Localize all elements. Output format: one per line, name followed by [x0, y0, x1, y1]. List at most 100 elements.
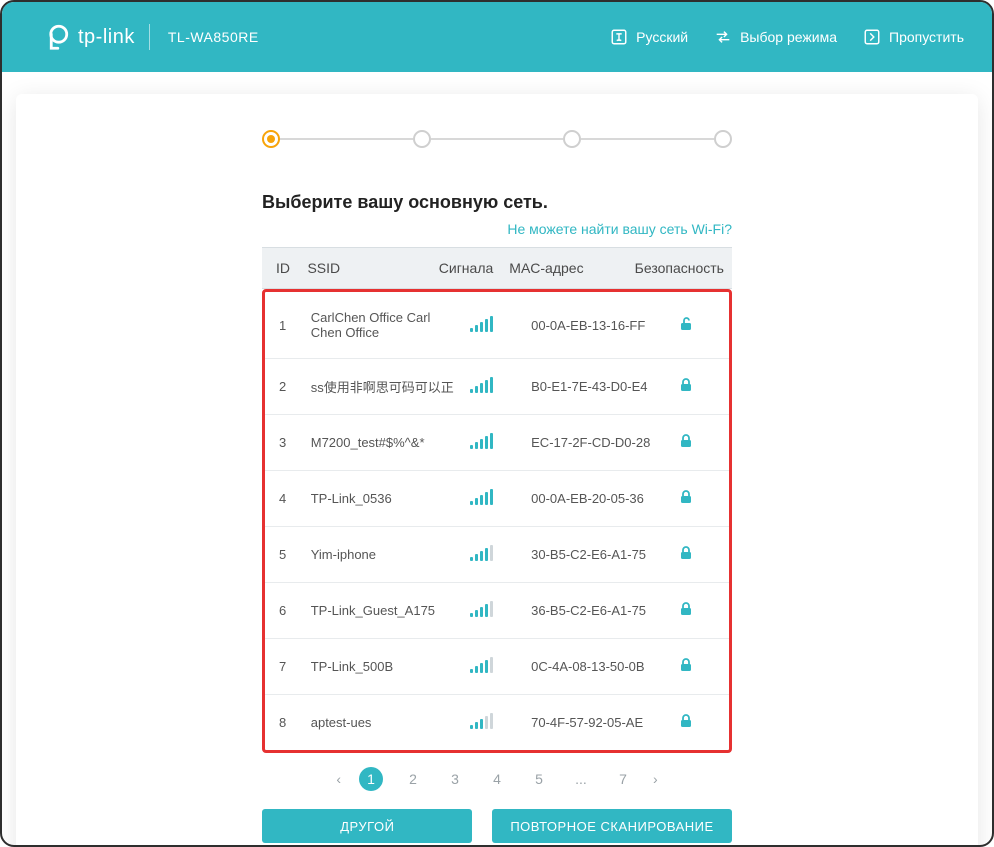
page-number[interactable]: 2 — [401, 767, 425, 791]
table-row[interactable]: 1CarlChen Office Carl Chen Office00-0A-E… — [265, 292, 729, 359]
page-ellipsis: ... — [569, 767, 593, 791]
col-security: Безопасность — [627, 248, 732, 289]
cell-security — [670, 415, 729, 471]
cell-signal — [462, 695, 523, 751]
skip-label: Пропустить — [889, 29, 964, 45]
page-number[interactable]: 3 — [443, 767, 467, 791]
page-number[interactable]: 5 — [527, 767, 551, 791]
table-row[interactable]: 8aptest-ues 70-4F-57-92-05-AE — [265, 695, 729, 751]
page-prev[interactable]: ‹ — [336, 771, 341, 787]
cell-signal — [462, 292, 523, 359]
page-next[interactable]: › — [653, 771, 658, 787]
cell-security — [670, 527, 729, 583]
cell-id: 4 — [265, 471, 303, 527]
cell-mac: 0C-4A-08-13-50-0B — [523, 639, 670, 695]
language-label: Русский — [636, 29, 688, 45]
page-number[interactable]: 4 — [485, 767, 509, 791]
cell-signal — [462, 639, 523, 695]
cell-id: 3 — [265, 415, 303, 471]
cell-security — [670, 695, 729, 751]
skip-link[interactable]: Пропустить — [863, 28, 964, 46]
topbar: tp-link TL-WA850RE Русский Выбор режима — [2, 2, 992, 72]
signal-icon — [470, 316, 493, 332]
table-row[interactable]: 5Yim-iphone 30-B5-C2-E6-A1-75 — [265, 527, 729, 583]
page-number[interactable]: 7 — [611, 767, 635, 791]
cell-mac: 70-4F-57-92-05-AE — [523, 695, 670, 751]
cell-id: 1 — [265, 292, 303, 359]
lock-closed-icon — [678, 433, 694, 449]
cell-id: 5 — [265, 527, 303, 583]
table-row[interactable]: 3M7200_test#$%^&* EC-17-2F-CD-D0-28 — [265, 415, 729, 471]
cell-ssid: TP-Link_Guest_A175 — [303, 583, 462, 639]
cell-signal — [462, 527, 523, 583]
brand-divider — [149, 24, 150, 50]
brand: tp-link TL-WA850RE — [40, 22, 259, 52]
cell-security — [670, 359, 729, 415]
col-mac: MAC-адрес — [501, 248, 626, 289]
table-row[interactable]: 4TP-Link_0536 00-0A-EB-20-05-36 — [265, 471, 729, 527]
lock-closed-icon — [678, 713, 694, 729]
col-ssid: SSID — [299, 248, 430, 289]
network-table: ID SSID Сигнала MAC-адрес Безопасность — [262, 247, 732, 289]
signal-icon — [470, 545, 493, 561]
signal-icon — [470, 489, 493, 505]
rescan-button[interactable]: ПОВТОРНОЕ СКАНИРОВАНИЕ — [492, 809, 731, 843]
lock-closed-icon — [678, 601, 694, 617]
cell-id: 8 — [265, 695, 303, 751]
lock-closed-icon — [678, 377, 694, 393]
cell-signal — [462, 471, 523, 527]
signal-icon — [470, 601, 493, 617]
cell-ssid: TP-Link_0536 — [303, 471, 462, 527]
col-signal: Сигнала — [431, 248, 502, 289]
signal-icon — [470, 713, 493, 729]
other-button[interactable]: ДРУГОЙ — [262, 809, 472, 843]
lock-closed-icon — [678, 657, 694, 673]
cell-mac: EC-17-2F-CD-D0-28 — [523, 415, 670, 471]
col-id: ID — [262, 248, 299, 289]
top-actions: Русский Выбор режима Пропустить — [610, 28, 964, 46]
brand-name: tp-link — [78, 26, 135, 49]
page-number[interactable]: 1 — [359, 767, 383, 791]
table-row[interactable]: 2ss使用非啊思可码可以正B0-E1-7E-43-D0-E4 — [265, 359, 729, 415]
cell-ssid: CarlChen Office Carl Chen Office — [303, 292, 462, 359]
step-dot-4 — [714, 130, 732, 148]
language-icon — [610, 28, 628, 46]
cell-signal — [462, 415, 523, 471]
cell-mac: 30-B5-C2-E6-A1-75 — [523, 527, 670, 583]
cell-mac: B0-E1-7E-43-D0-E4 — [523, 359, 670, 415]
step-dot-1 — [262, 130, 280, 148]
brand-logo-icon — [40, 22, 70, 52]
table-body-highlight: 1CarlChen Office Carl Chen Office 00-0A-E… — [262, 289, 732, 753]
language-selector[interactable]: Русский — [610, 28, 688, 46]
app-window: tp-link TL-WA850RE Русский Выбор режима — [0, 0, 994, 847]
network-table-body: 1CarlChen Office Carl Chen Office 00-0A-E… — [265, 292, 729, 750]
cell-ssid: M7200_test#$%^&* — [303, 415, 462, 471]
help-link[interactable]: Не можете найти вашу сеть Wi-Fi? — [507, 221, 732, 237]
cell-ssid: Yim-iphone — [303, 527, 462, 583]
cell-mac: 36-B5-C2-E6-A1-75 — [523, 583, 670, 639]
cell-id: 7 — [265, 639, 303, 695]
lock-open-icon — [678, 316, 694, 332]
step-dot-2 — [413, 130, 431, 148]
table-row[interactable]: 7TP-Link_500B 0C-4A-08-13-50-0B — [265, 639, 729, 695]
cell-ssid: aptest-ues — [303, 695, 462, 751]
step-line — [581, 138, 714, 140]
table-row[interactable]: 6TP-Link_Guest_A17536-B5-C2-E6-A1-75 — [265, 583, 729, 639]
lock-closed-icon — [678, 545, 694, 561]
signal-icon — [470, 657, 493, 673]
cell-security — [670, 639, 729, 695]
cell-security — [670, 471, 729, 527]
pagination: ‹ 12345... 7 › — [262, 767, 732, 791]
cell-security — [670, 292, 729, 359]
stepper — [262, 130, 732, 148]
mode-selector[interactable]: Выбор режима — [714, 28, 837, 46]
model-label: TL-WA850RE — [168, 29, 259, 45]
help-row: Не можете найти вашу сеть Wi-Fi? — [262, 221, 732, 239]
main-card: Выберите вашу основную сеть. Не можете н… — [16, 94, 978, 847]
cell-mac: 00-0A-EB-20-05-36 — [523, 471, 670, 527]
content: Выберите вашу основную сеть. Не можете н… — [262, 192, 732, 843]
cell-id: 2 — [265, 359, 303, 415]
cell-ssid: TP-Link_500B — [303, 639, 462, 695]
cell-signal — [462, 583, 523, 639]
page-heading: Выберите вашу основную сеть. — [262, 192, 732, 213]
